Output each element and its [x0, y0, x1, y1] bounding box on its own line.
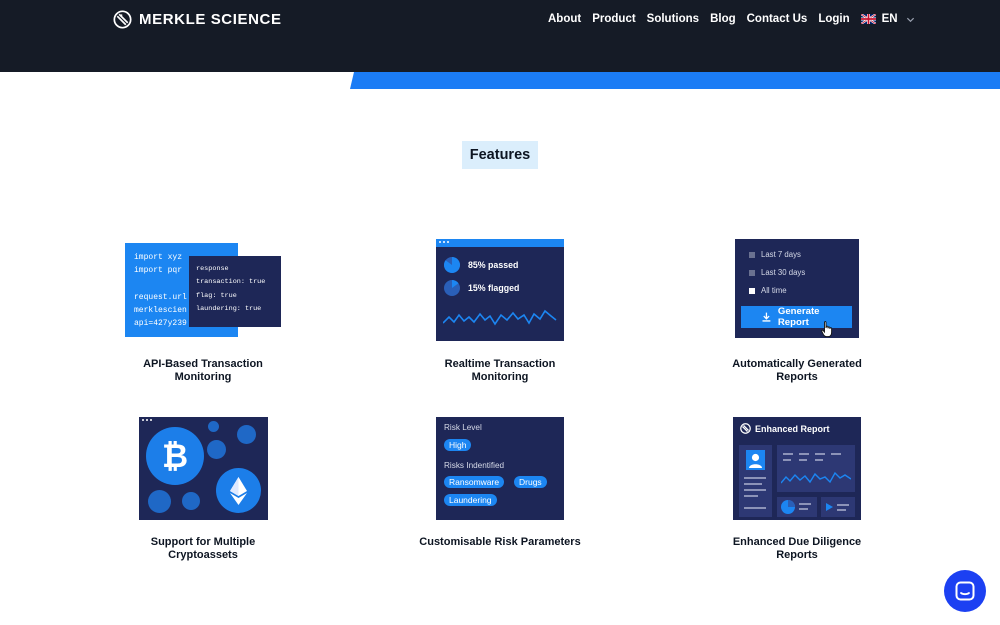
- download-icon: [762, 312, 771, 322]
- risk-tag-ransomware: Ransomware: [444, 476, 505, 488]
- checkbox[interactable]: [749, 269, 755, 276]
- passed-pie-icon: [444, 257, 460, 273]
- option-label: Last 30 days: [761, 268, 806, 277]
- page-title: Features: [462, 141, 538, 169]
- coin-dot: [182, 492, 200, 510]
- generate-report-button[interactable]: Generate Report: [741, 306, 852, 328]
- enhanced-report-title: Enhanced Report: [755, 423, 830, 434]
- flagged-text: 15% flagged: [468, 283, 520, 293]
- top-nav: MERKLE SCIENCE About Product Solutions B…: [0, 0, 1000, 72]
- feature-label: Realtime Transaction Monitoring: [444, 358, 556, 383]
- coin-dot: [148, 490, 171, 513]
- nav-about[interactable]: About: [548, 13, 581, 25]
- window-dots-icon: [142, 419, 152, 421]
- feature-auto-reports: Automatically Generated Reports: [697, 358, 897, 384]
- risk-level-badge: High: [444, 439, 472, 451]
- nav-product[interactable]: Product: [592, 13, 635, 25]
- ethereum-icon: [216, 468, 261, 513]
- risk-level-title: Risk Level: [444, 423, 482, 432]
- chat-widget-button[interactable]: [944, 570, 986, 612]
- user-avatar-icon: [746, 450, 765, 470]
- mini-pie-icon: [781, 500, 795, 514]
- chart-panel: [777, 445, 855, 492]
- play-panel: [821, 497, 855, 517]
- crypto-assets-illustration: ₿: [139, 417, 268, 520]
- passed-text: 85% passed: [468, 260, 519, 270]
- risks-title: Risks Indentified: [444, 461, 505, 470]
- profile-panel: [739, 445, 772, 517]
- realtime-monitoring-illustration: 85% passed 15% flagged: [436, 239, 564, 341]
- nav-solutions[interactable]: Solutions: [647, 13, 699, 25]
- enhanced-report-header: Enhanced Report: [740, 423, 830, 434]
- coin-dot: [208, 421, 219, 432]
- nav-contact-us[interactable]: Contact Us: [747, 13, 808, 25]
- feature-realtime-monitoring: Realtime Transaction Monitoring: [400, 358, 600, 384]
- flagged-pie-icon: [444, 280, 460, 296]
- checkbox[interactable]: [749, 251, 755, 258]
- hand-cursor-icon: [821, 321, 833, 338]
- uk-flag-icon: [860, 14, 876, 24]
- risk-parameters-illustration: Risk Level High Risks Indentified Ransom…: [436, 417, 564, 520]
- brand-name: MERKLE SCIENCE: [139, 11, 282, 28]
- activity-line-icon: [443, 309, 557, 326]
- feature-api-monitoring: API-Based Transaction Monitoring: [103, 358, 303, 384]
- window-dots-icon: [439, 241, 449, 243]
- feature-label: Automatically Generated Reports: [732, 358, 862, 383]
- api-response-snippet: response transaction: true flag: true la…: [189, 256, 281, 327]
- checkbox-checked[interactable]: [749, 287, 755, 294]
- pie-panel: [777, 497, 817, 517]
- feature-label: Customisable Risk Parameters: [419, 536, 581, 548]
- mini-line-chart-icon: [781, 471, 851, 484]
- option-last-7-days[interactable]: Last 7 days: [749, 250, 801, 259]
- bitcoin-icon: ₿: [146, 427, 204, 485]
- nav-blog[interactable]: Blog: [710, 13, 736, 25]
- option-last-30-days[interactable]: Last 30 days: [749, 268, 805, 277]
- svg-text:₿: ₿: [162, 437, 188, 475]
- language-code: EN: [881, 13, 898, 25]
- feature-risk-parameters: Customisable Risk Parameters: [400, 536, 600, 549]
- play-icon: [826, 503, 833, 511]
- chevron-down-icon: [906, 17, 914, 22]
- risk-tag-drugs: Drugs: [514, 476, 547, 488]
- accent-band: [350, 72, 1000, 89]
- passed-stat: 85% passed: [444, 257, 518, 273]
- option-all-time[interactable]: All time: [749, 286, 787, 295]
- option-label: All time: [761, 286, 787, 295]
- enhanced-report-illustration: Enhanced Report: [733, 417, 861, 520]
- window-bar: [436, 239, 564, 247]
- feature-label: Enhanced Due Diligence Reports: [732, 536, 862, 561]
- coin-dot: [237, 425, 256, 444]
- brand-logo[interactable]: MERKLE SCIENCE: [113, 10, 282, 29]
- flagged-stat: 15% flagged: [444, 280, 519, 296]
- merkle-logo-icon: [113, 10, 132, 29]
- generate-report-label: Generate Report: [777, 306, 820, 328]
- feature-label: Support for Multiple Cryptoassets: [150, 536, 256, 561]
- feature-enhanced-due-diligence: Enhanced Due Diligence Reports: [697, 536, 897, 562]
- coin-dot: [207, 440, 226, 459]
- chat-icon: [955, 581, 975, 601]
- risk-tag-laundering: Laundering: [444, 494, 497, 506]
- feature-label: API-Based Transaction Monitoring: [143, 358, 263, 383]
- option-label: Last 7 days: [761, 250, 801, 259]
- feature-multiple-cryptoassets: Support for Multiple Cryptoassets: [103, 536, 303, 562]
- merkle-logo-icon: [740, 423, 751, 434]
- nav-login[interactable]: Login: [818, 13, 849, 25]
- language-selector[interactable]: EN: [860, 13, 915, 25]
- nav-menu: About Product Solutions Blog Contact Us …: [548, 13, 915, 25]
